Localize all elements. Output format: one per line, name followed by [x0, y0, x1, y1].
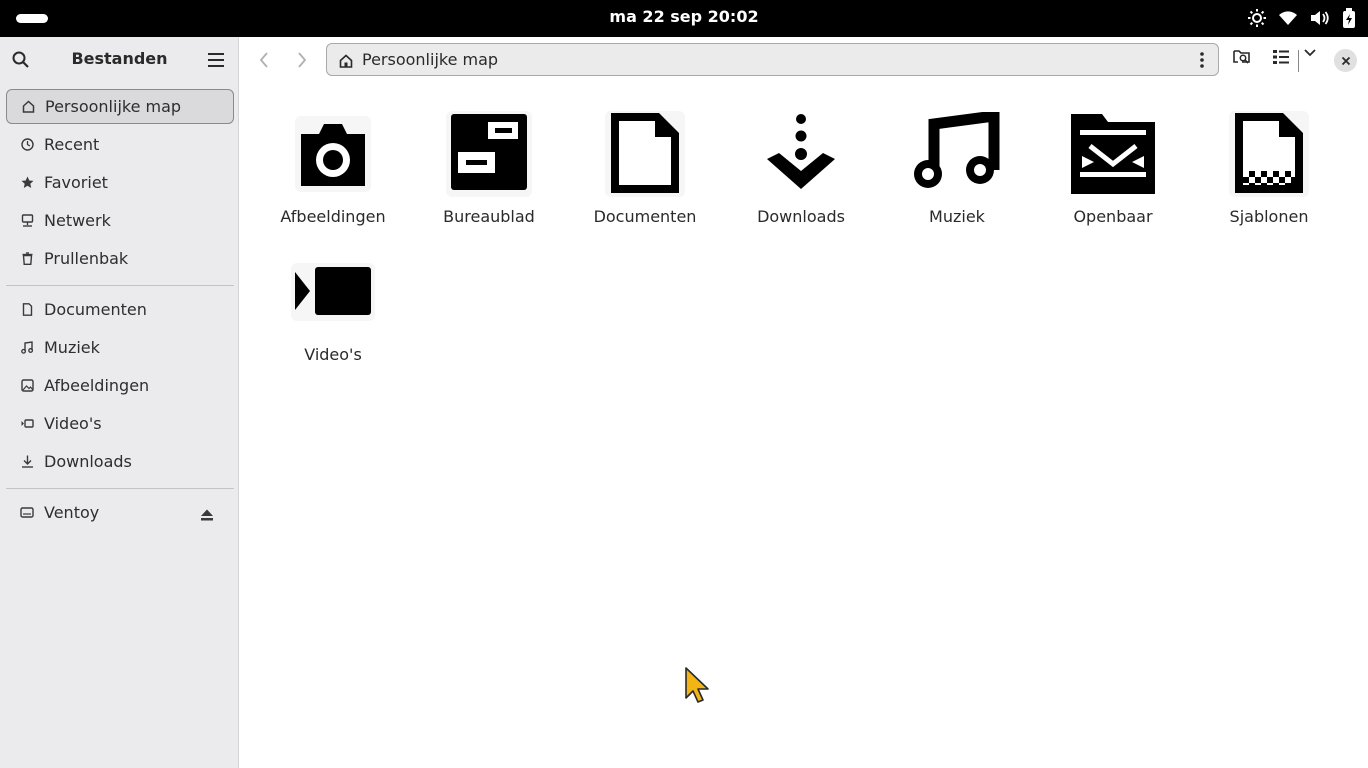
public-share-icon	[1068, 109, 1158, 199]
folder-item[interactable]: Openbaar	[1038, 83, 1188, 226]
close-window-button[interactable]	[1334, 49, 1357, 72]
folder-item[interactable]: Afbeeldingen	[258, 83, 408, 226]
chevron-left-icon	[259, 52, 268, 68]
sidebar-item-label: Netwerk	[44, 211, 111, 230]
folder-search-icon	[1233, 50, 1250, 64]
sidebar-header: Bestanden	[0, 37, 238, 83]
folder-label: Video's	[304, 345, 362, 364]
video-icon	[20, 417, 34, 431]
folder-item[interactable]: Muziek	[882, 83, 1032, 226]
sidebar-item-downloads[interactable]: Downloads	[6, 444, 234, 479]
top-bar: ma 22 sep 20:02	[0, 0, 1368, 37]
header-bar: Persoonlijke map	[240, 37, 1368, 83]
music-icon	[20, 341, 34, 355]
file-view[interactable]: Afbeeldingen Bureaublad Documenten Downl…	[240, 83, 1368, 768]
desktop-icon	[444, 109, 534, 199]
system-tray[interactable]	[1248, 8, 1356, 28]
clock[interactable]: ma 22 sep 20:02	[0, 7, 1368, 26]
folder-label: Muziek	[929, 207, 985, 226]
toolbar-divider	[1298, 50, 1299, 72]
folder-label: Openbaar	[1073, 207, 1153, 226]
folder-item[interactable]: Downloads	[726, 83, 876, 226]
sidebar-item-persoonlijke-map[interactable]: Persoonlijke map	[6, 89, 234, 124]
sidebar-item-favoriet[interactable]: Favoriet	[6, 165, 234, 200]
sidebar: Bestanden Persoonlijke map Recent Favori…	[0, 37, 239, 768]
sidebar-item-recent[interactable]: Recent	[6, 127, 234, 162]
sidebar-item-label: Favoriet	[44, 173, 108, 192]
image-icon	[20, 379, 34, 393]
camera-icon	[288, 109, 378, 199]
back-button[interactable]	[253, 49, 275, 71]
star-icon	[20, 176, 34, 190]
brightness-icon	[1248, 9, 1266, 27]
sidebar-item-label: Persoonlijke map	[45, 97, 182, 116]
wifi-icon	[1279, 11, 1297, 25]
volume-icon	[1311, 11, 1329, 25]
forward-button[interactable]	[291, 49, 313, 71]
folder-label: Sjablonen	[1229, 207, 1309, 226]
trash-icon	[20, 252, 34, 266]
sidebar-item-label: Video's	[44, 414, 102, 433]
folder-item[interactable]: Video's	[258, 221, 408, 364]
home-icon	[21, 100, 35, 114]
sidebar-item-documenten[interactable]: Documenten	[6, 292, 234, 327]
folder-label: Documenten	[593, 207, 697, 226]
sidebar-item-ventoy[interactable]: Ventoy	[6, 495, 234, 530]
location-bar[interactable]: Persoonlijke map	[326, 43, 1219, 76]
folder-item[interactable]: Sjablonen	[1194, 83, 1344, 226]
sidebar-divider	[6, 488, 234, 489]
sidebar-item-label: Afbeeldingen	[44, 376, 150, 395]
more-options-icon[interactable]	[1200, 52, 1204, 72]
sidebar-item-label: Muziek	[44, 338, 100, 357]
network-icon	[20, 214, 34, 228]
view-list-button[interactable]	[1273, 49, 1289, 65]
search-folder-button[interactable]	[1233, 49, 1251, 65]
download-icon	[756, 109, 846, 199]
folder-item[interactable]: Documenten	[570, 83, 720, 226]
drive-icon	[20, 506, 34, 520]
sidebar-title: Bestanden	[71, 49, 168, 68]
sidebar-item-afbeeldingen[interactable]: Afbeeldingen	[6, 368, 234, 403]
sidebar-item-videos[interactable]: Video's	[6, 406, 234, 441]
clock-icon	[20, 138, 34, 152]
download-icon	[20, 455, 34, 469]
sidebar-item-label: Documenten	[44, 300, 147, 319]
sidebar-item-muziek[interactable]: Muziek	[6, 330, 234, 365]
sidebar-item-label: Ventoy	[44, 503, 100, 522]
mouse-cursor	[685, 667, 709, 703]
close-icon	[1341, 56, 1350, 65]
sidebar-item-prullenbak[interactable]: Prullenbak	[6, 241, 234, 276]
sidebar-divider	[6, 285, 234, 286]
hamburger-menu-icon[interactable]	[207, 52, 225, 71]
document-icon	[600, 109, 690, 199]
battery-icon	[1343, 8, 1355, 28]
chevron-down-icon	[1304, 49, 1316, 57]
folder-label: Downloads	[757, 207, 845, 226]
video-icon	[288, 247, 378, 337]
list-view-icon	[1273, 50, 1289, 64]
home-icon	[339, 53, 353, 72]
eject-icon[interactable]	[200, 506, 214, 525]
folder-item[interactable]: Bureaublad	[414, 83, 564, 226]
music-icon	[912, 109, 1002, 199]
template-icon	[1224, 109, 1314, 199]
chevron-right-icon	[298, 52, 307, 68]
sidebar-item-netwerk[interactable]: Netwerk	[6, 203, 234, 238]
sidebar-item-label: Prullenbak	[44, 249, 129, 268]
sidebar-item-label: Downloads	[44, 452, 132, 471]
current-location[interactable]: Persoonlijke map	[362, 50, 498, 69]
document-icon	[20, 303, 34, 317]
folder-label: Bureaublad	[443, 207, 535, 226]
view-options-dropdown[interactable]	[1304, 49, 1316, 57]
sidebar-item-label: Recent	[44, 135, 100, 154]
